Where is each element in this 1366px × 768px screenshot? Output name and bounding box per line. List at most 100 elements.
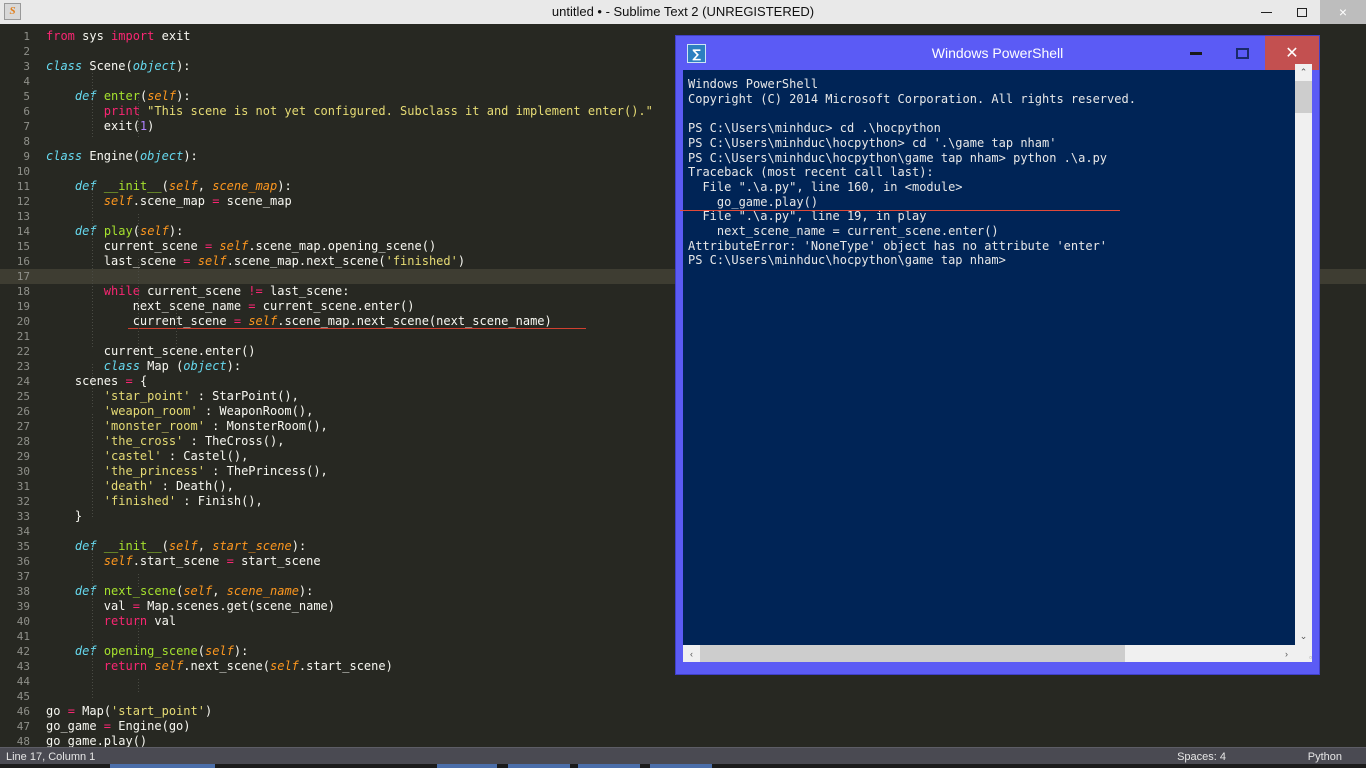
line-number: 3 <box>23 60 30 73</box>
line-number: 47 <box>16 720 30 733</box>
line-number: 42 <box>16 645 30 658</box>
status-indent-setting[interactable]: Spaces: 4 <box>1177 749 1226 765</box>
line-number: 32 <box>16 495 30 508</box>
line-source: def __init__(self, start_scene): <box>74 539 307 553</box>
line-number: 40 <box>16 615 30 628</box>
line-number: 9 <box>23 150 30 163</box>
taskbar-item[interactable] <box>110 764 215 768</box>
line-number: 39 <box>16 600 30 613</box>
powershell-minimize-button[interactable] <box>1173 36 1219 70</box>
line-number: 14 <box>16 225 30 238</box>
line-source: def opening_scene(self): <box>74 644 249 658</box>
line-number: 20 <box>16 315 30 328</box>
maximize-icon <box>1297 7 1307 17</box>
line-number: 24 <box>16 375 30 388</box>
line-number: 1 <box>23 30 30 43</box>
sublime-titlebar[interactable]: S untitled • - Sublime Text 2 (UNREGISTE… <box>0 0 1366 25</box>
line-number: 19 <box>16 300 30 313</box>
line-source: return val <box>103 614 177 628</box>
line-source: 'weapon_room' : WeaponRoom(), <box>103 404 314 418</box>
line-number: 22 <box>16 345 30 358</box>
minimize-icon <box>1190 51 1202 55</box>
line-source: 'the_princess' : ThePrincess(), <box>103 464 328 478</box>
line-number: 28 <box>16 435 30 448</box>
desktop-screen: S untitled • - Sublime Text 2 (UNREGISTE… <box>0 0 1366 768</box>
line-number: 21 <box>16 330 30 343</box>
scroll-up-arrow-icon[interactable]: ⌃ <box>1295 64 1312 81</box>
scroll-left-arrow-icon[interactable]: ‹ <box>683 645 700 662</box>
powershell-window: ∑ Windows PowerShell ✕ Windows PowerShel… <box>676 36 1319 674</box>
indent-guide <box>138 679 139 694</box>
indent-guide <box>92 64 93 139</box>
line-source: 'finished' : Finish(), <box>103 494 263 508</box>
indent-guide <box>138 259 139 349</box>
taskbar-item[interactable] <box>650 764 712 768</box>
line-number: 15 <box>16 240 30 253</box>
taskbar-item[interactable] <box>578 764 640 768</box>
vertical-scroll-thumb[interactable] <box>1295 81 1312 113</box>
status-language-mode[interactable]: Python <box>1308 749 1342 765</box>
line-source: scenes = { <box>46 374 148 388</box>
line-number: 13 <box>16 210 30 223</box>
line-source: 'death' : Death(), <box>103 479 234 493</box>
line-number: 29 <box>16 450 30 463</box>
line-number: 35 <box>16 540 30 553</box>
line-number: 23 <box>16 360 30 373</box>
horizontal-scroll-thumb[interactable] <box>700 645 1125 662</box>
sublime-maximize-button[interactable] <box>1284 0 1320 24</box>
sublime-minimize-button[interactable] <box>1248 0 1284 24</box>
line-source: class Map (object): <box>103 359 242 373</box>
indent-guide <box>92 184 93 349</box>
code-line[interactable]: 44 <box>0 674 1366 689</box>
powershell-horizontal-scrollbar[interactable]: ‹ › ▫ <box>683 645 1312 662</box>
powershell-vertical-scrollbar[interactable]: ⌃ ⌄ <box>1295 64 1312 645</box>
line-number: 16 <box>16 255 30 268</box>
window-resize-grip-icon[interactable]: ▫ <box>1295 645 1312 662</box>
indent-guide <box>92 364 93 409</box>
indent-guide <box>138 619 139 654</box>
line-source: 'monster_room' : MonsterRoom(), <box>103 419 328 433</box>
syntax-error-underline <box>128 328 586 329</box>
line-number: 2 <box>23 45 30 58</box>
line-source: go = Map('start_point') <box>46 704 213 718</box>
scroll-down-arrow-icon[interactable]: ⌄ <box>1295 628 1312 645</box>
line-number: 41 <box>16 630 30 643</box>
sublime-close-button[interactable]: × <box>1320 0 1366 24</box>
line-source: class Scene(object): <box>46 59 191 73</box>
powershell-titlebar[interactable]: ∑ Windows PowerShell ✕ <box>676 36 1319 70</box>
line-source: last_scene = self.scene_map.next_scene('… <box>46 254 466 268</box>
line-number: 8 <box>23 135 30 148</box>
line-number: 48 <box>16 735 30 747</box>
code-line[interactable]: 48 go_game.play() <box>0 734 1366 747</box>
sublime-window-title: untitled • - Sublime Text 2 (UNREGISTERE… <box>551 4 815 19</box>
line-source: val = Map.scenes.get(scene_name) <box>46 599 336 613</box>
indent-guide <box>138 94 139 139</box>
windows-taskbar[interactable] <box>0 764 1366 768</box>
line-source: current_scene = self.scene_map.next_scen… <box>46 314 552 328</box>
taskbar-item[interactable] <box>508 764 570 768</box>
line-number: 31 <box>16 480 30 493</box>
line-source: go_game.play() <box>46 734 148 747</box>
maximize-icon <box>1235 47 1249 59</box>
line-number: 18 <box>16 285 30 298</box>
taskbar-item[interactable] <box>437 764 497 768</box>
code-line[interactable]: 47 go_game = Engine(go) <box>0 719 1366 734</box>
sublime-status-bar: Line 17, Column 1 Spaces: 4 Python <box>0 747 1366 764</box>
powershell-console-output[interactable]: Windows PowerShell Copyright (C) 2014 Mi… <box>683 70 1312 652</box>
scroll-right-arrow-icon[interactable]: › <box>1278 645 1295 662</box>
line-source: return self.next_scene(self.start_scene) <box>103 659 393 673</box>
line-number: 33 <box>16 510 30 523</box>
line-source: def play(self): <box>74 224 184 238</box>
line-number: 46 <box>16 705 30 718</box>
indent-guide <box>92 414 93 519</box>
code-line[interactable]: 45 <box>0 689 1366 704</box>
powershell-maximize-button[interactable] <box>1219 36 1265 70</box>
code-line[interactable]: 46 go = Map('start_point') <box>0 704 1366 719</box>
line-number: 43 <box>16 660 30 673</box>
line-number: 5 <box>23 90 30 103</box>
line-number: 27 <box>16 420 30 433</box>
line-source: next_scene_name = current_scene.enter() <box>46 299 415 313</box>
line-number: 6 <box>23 105 30 118</box>
line-source: 'the_cross' : TheCross(), <box>103 434 285 448</box>
indent-guide <box>92 544 93 699</box>
